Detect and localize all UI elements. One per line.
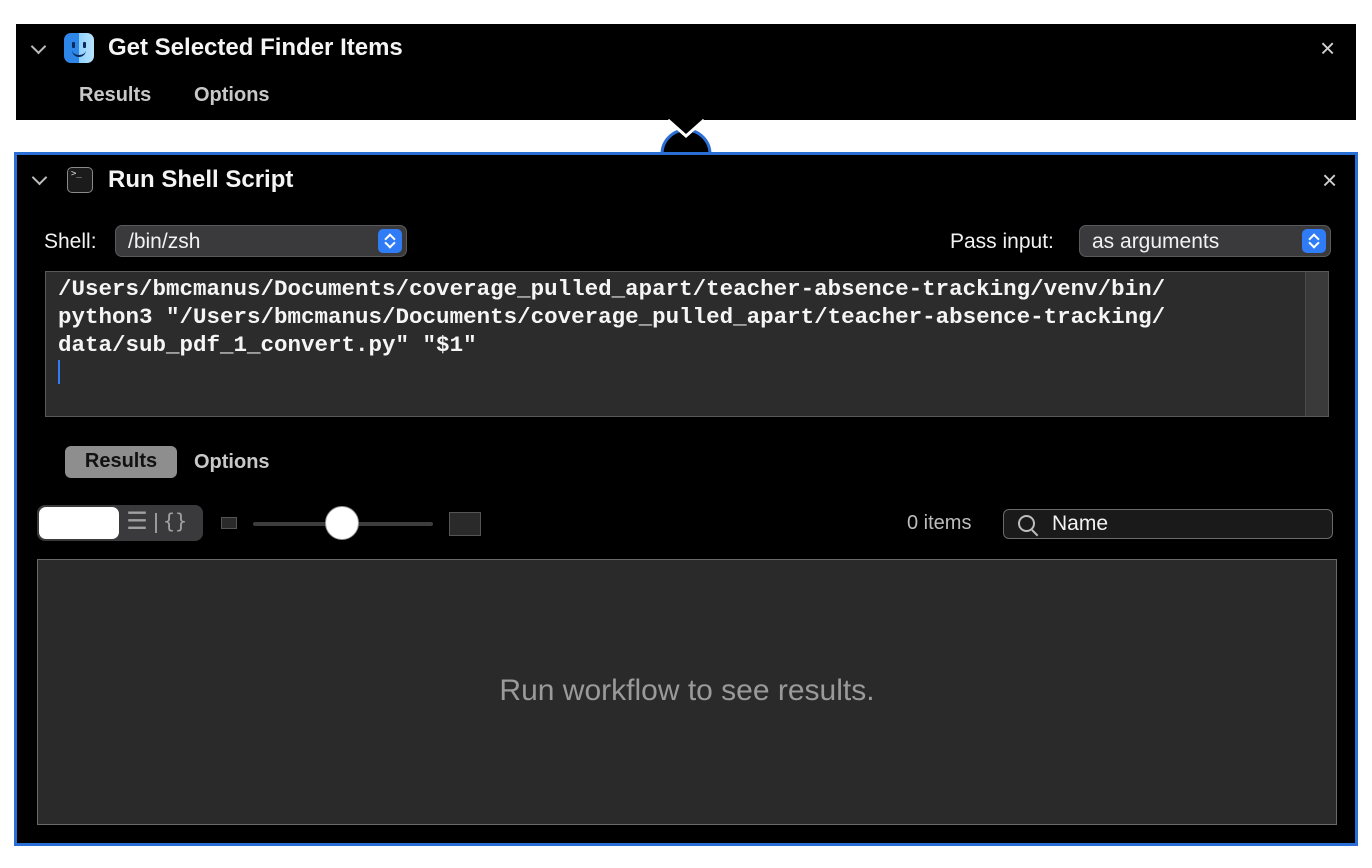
popup-stepper-icon [378,229,402,253]
segment-divider [155,513,157,533]
action-title: Run Shell Script [108,166,294,193]
shell-popup[interactable]: /bin/zsh [115,225,407,257]
close-icon[interactable]: × [1322,167,1337,193]
editor-scrollbar[interactable] [1305,272,1328,416]
tab-results[interactable]: Results [65,446,177,478]
collapse-chevron-icon[interactable] [30,38,47,55]
view-mode-segmented-control: ☰ {} [37,505,203,541]
action-run-shell-script: >_ Run Shell Script × Shell: /bin/zsh Pa… [14,152,1358,846]
close-icon[interactable]: × [1320,35,1335,61]
pass-input-popup[interactable]: as arguments [1079,225,1331,257]
search-input[interactable] [1052,512,1322,536]
shell-value: /bin/zsh [128,230,201,253]
script-text[interactable]: /Users/bmcmanus/Documents/coverage_pulle… [58,275,1298,359]
script-editor[interactable]: /Users/bmcmanus/Documents/coverage_pulle… [45,271,1329,417]
finder-icon [64,33,94,63]
text-caret [58,360,60,384]
tab-results[interactable]: Results [79,84,151,107]
tab-options[interactable]: Options [194,451,270,474]
slider-thumb[interactable] [325,506,359,540]
items-count: 0 items [907,512,972,534]
action-title: Get Selected Finder Items [108,34,403,61]
tab-options[interactable]: Options [194,84,270,107]
search-icon [1018,515,1035,532]
shell-label: Shell: [44,230,97,253]
large-thumbnail-icon [449,512,481,536]
icon-view-button[interactable] [39,507,119,539]
terminal-icon: >_ [67,167,93,193]
results-placeholder-message: Run workflow to see results. [499,674,875,707]
popup-stepper-icon [1302,229,1326,253]
search-field[interactable] [1003,509,1333,539]
tab-results-label: Results [84,450,158,472]
results-area: Run workflow to see results. [37,559,1337,825]
pass-input-value: as arguments [1092,230,1220,253]
collapse-chevron-icon[interactable] [31,169,48,186]
pass-input-label: Pass input: [950,230,1054,253]
small-thumbnail-icon [221,517,237,529]
json-view-icon[interactable]: {} [163,509,187,533]
action-get-selected-finder-items: Get Selected Finder Items × Results Opti… [16,24,1356,120]
list-view-icon[interactable]: ☰ [125,510,149,535]
